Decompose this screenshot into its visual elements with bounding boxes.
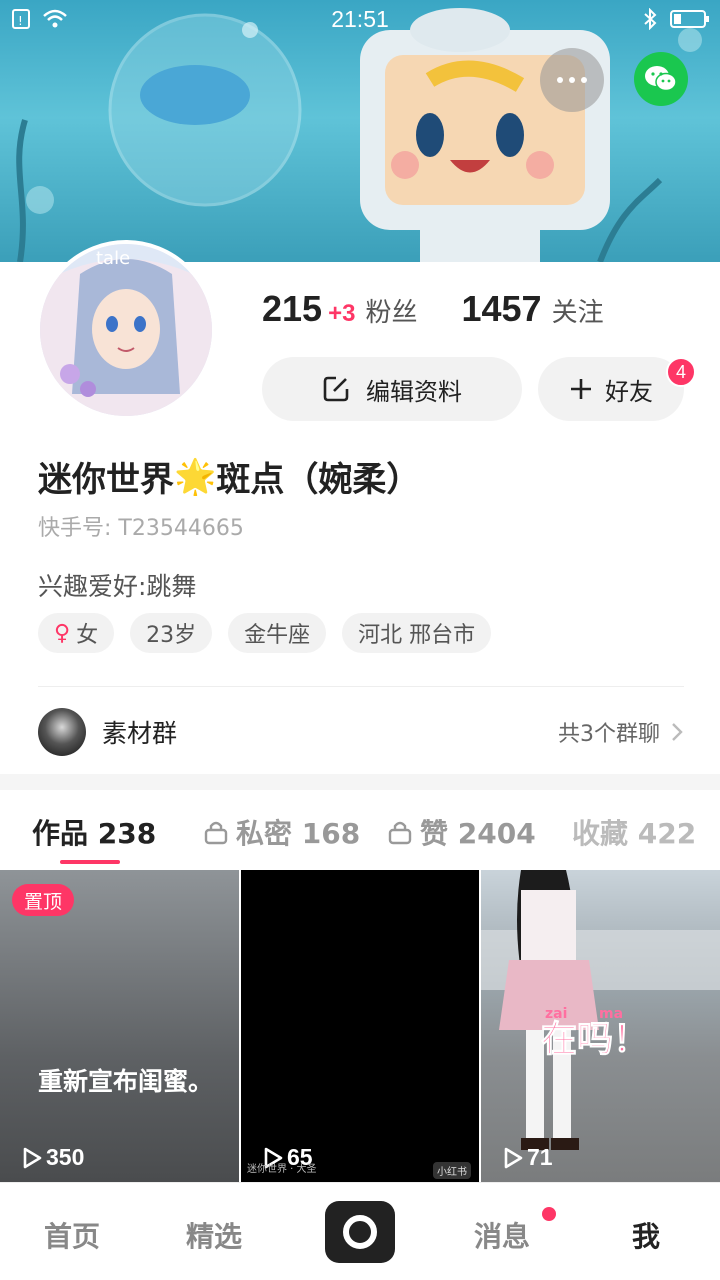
bottom-navigation: 首页 精选 消息 我	[0, 1182, 720, 1280]
tab-favorites[interactable]: 收藏 422	[572, 812, 696, 852]
video-grid: 置顶 重新宣布闺蜜。 350 65 迷你世界 · 大圣 小红书 在吗！ zai …	[0, 870, 720, 1182]
kuaishou-id[interactable]: 快手号: T23544665	[38, 510, 244, 542]
group-count: 共3个群聊	[558, 722, 660, 747]
plus-icon	[571, 379, 591, 399]
group-avatar	[38, 708, 86, 756]
avatar-image: tale	[40, 244, 212, 416]
video-watermark-tag: 小红书	[433, 1162, 471, 1179]
tab-private-label: 私密 168	[236, 817, 361, 850]
followers-increment: +3	[328, 300, 356, 327]
age-tag: 23岁	[130, 613, 213, 653]
add-friend-button[interactable]: 好友	[538, 357, 684, 421]
following-label[interactable]: 关注	[552, 292, 604, 329]
nav-featured[interactable]: 精选	[186, 1215, 242, 1255]
wechat-share-button[interactable]	[634, 52, 688, 106]
video-caption: 重新宣布闺蜜。	[38, 1067, 214, 1096]
sticker-pinyin: ma	[599, 1006, 624, 1022]
gender-label: 女	[76, 623, 99, 648]
video-watermark: 迷你世界 · 大圣	[247, 1164, 317, 1175]
profile-name-part1: 迷你世界	[38, 460, 174, 500]
gender-tag: ♀ 女	[38, 613, 115, 653]
tab-works-label: 作品 238	[32, 817, 157, 850]
status-time: 21:51	[331, 6, 389, 32]
female-icon: ♀	[54, 620, 71, 646]
friend-request-badge: 4	[666, 357, 696, 387]
profile-name-part2: 斑点（婉柔）	[216, 460, 421, 500]
edit-profile-button[interactable]: 编辑资料	[262, 357, 522, 421]
nav-me[interactable]: 我	[632, 1215, 660, 1255]
location-tag: 河北 邢台市	[342, 613, 492, 653]
play-count: 71	[503, 1144, 553, 1171]
sticker-pinyin: zai	[545, 1006, 568, 1022]
content-tabs: 作品 238 私密 168 赞 2404 收藏 422	[0, 790, 720, 870]
star-emoji: 🌟	[174, 456, 217, 497]
followers-count[interactable]: 215	[262, 288, 322, 330]
play-icon	[504, 1147, 523, 1168]
status-bar: ! 21:51	[0, 0, 720, 40]
profile-bio: 兴趣爱好:跳舞	[38, 572, 197, 601]
svg-text:tale: tale	[96, 248, 130, 269]
divider	[38, 686, 684, 687]
messages-notification-dot	[542, 1207, 556, 1221]
nav-home[interactable]: 首页	[44, 1215, 100, 1255]
tab-likes[interactable]: 赞 2404	[388, 812, 536, 852]
camera-icon	[343, 1215, 377, 1249]
group-name: 素材群	[102, 719, 178, 748]
nav-messages[interactable]: 消息	[474, 1215, 530, 1255]
edit-profile-label: 编辑资料	[366, 377, 462, 406]
tab-favorites-label: 收藏 422	[572, 817, 697, 850]
video-item[interactable]: 在吗！ zai ma 71	[481, 870, 720, 1182]
more-icon	[557, 77, 563, 83]
play-count-value: 71	[527, 1144, 553, 1170]
tab-likes-label: 赞 2404	[420, 817, 536, 850]
edit-icon	[323, 376, 349, 402]
bluetooth-icon	[644, 8, 657, 30]
section-gap	[0, 774, 720, 790]
camera-button[interactable]	[325, 1201, 395, 1263]
pinned-badge: 置顶	[12, 884, 75, 916]
more-button[interactable]	[540, 48, 604, 112]
tab-private[interactable]: 私密 168	[204, 812, 360, 852]
zodiac-tag: 金牛座	[228, 613, 327, 653]
profile-tags: ♀ 女 23岁 金牛座 河北 邢台市	[38, 613, 492, 653]
group-chat-row[interactable]: 素材群 共3个群聊	[38, 704, 684, 760]
play-count: 350	[22, 1144, 84, 1171]
following-count[interactable]: 1457	[461, 288, 541, 330]
video-item[interactable]: 置顶 重新宣布闺蜜。 350	[0, 870, 239, 1182]
profile-stats: 215 +3 粉丝 1457 关注	[262, 288, 604, 330]
play-count-value: 350	[46, 1144, 85, 1170]
lock-icon	[204, 821, 228, 845]
profile-name: 迷你世界 🌟 斑点（婉柔）	[38, 452, 420, 501]
tab-works[interactable]: 作品 238	[32, 812, 156, 852]
battery-icon	[670, 10, 709, 28]
play-icon	[23, 1147, 42, 1168]
video-item[interactable]: 65 迷你世界 · 大圣 小红书	[241, 870, 479, 1182]
chevron-right-icon	[672, 723, 683, 741]
lock-icon	[388, 821, 412, 845]
active-tab-indicator	[60, 860, 120, 864]
followers-label[interactable]: 粉丝	[365, 292, 417, 329]
avatar[interactable]: tale	[36, 240, 216, 420]
wechat-icon	[645, 66, 677, 92]
add-friend-label: 好友	[605, 377, 653, 406]
